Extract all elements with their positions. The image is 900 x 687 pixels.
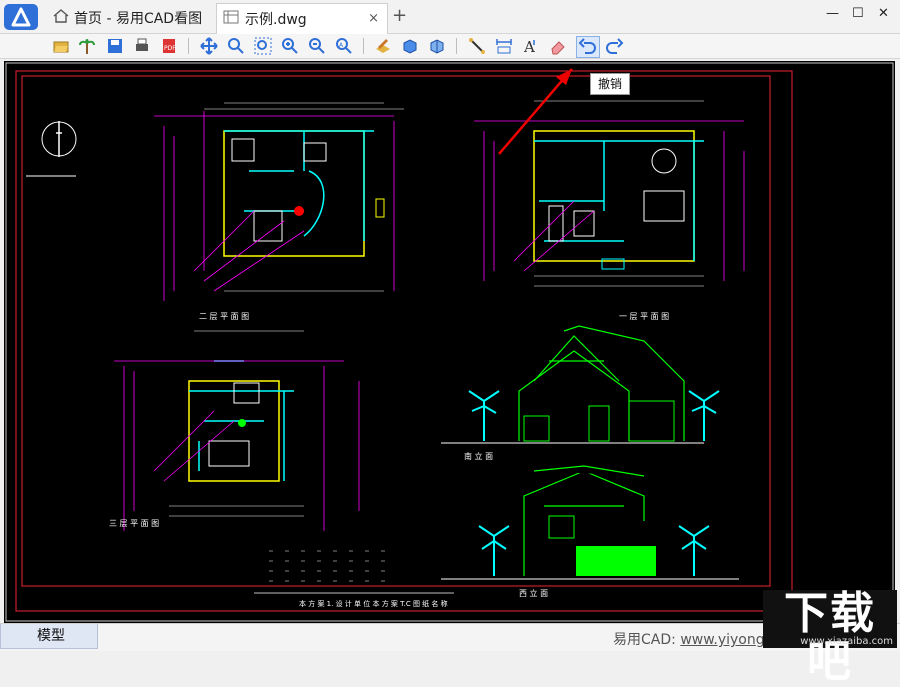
print-icon[interactable] (133, 37, 151, 55)
minimize-button[interactable]: — (826, 6, 839, 21)
app-website-link[interactable]: 易用CAD: www.yiyongc (613, 629, 772, 649)
label-south: 南 立 面 (464, 451, 493, 461)
title-block (254, 550, 454, 594)
floor-plan-1 (474, 100, 745, 287)
status-url: www.yiyongc (680, 632, 773, 648)
app-logo[interactable] (4, 4, 38, 30)
zoom-out-icon[interactable] (308, 37, 326, 55)
undo-tooltip: 撤销 (590, 73, 630, 95)
title-block-text: 本 方 案 1. 设 计 单 位 本 方 案 T.C 图 纸 名 称 (299, 599, 448, 608)
zoom-extents-icon[interactable]: A (335, 37, 353, 55)
layer-icon[interactable] (374, 37, 392, 55)
floor-plan-2 (154, 102, 404, 301)
drawing-canvas[interactable]: 二 层 平 面 图 一 层 平 面 图 三 层 平 面 图 南 立 面 西 立 … (4, 61, 895, 623)
svg-text:A: A (523, 38, 535, 55)
label-floor3: 三 层 平 面 图 (109, 519, 159, 528)
3d-view-icon[interactable] (401, 37, 419, 55)
tab-file[interactable]: 示例.dwg × (216, 3, 388, 34)
maximize-button[interactable]: ☐ (852, 6, 864, 21)
new-tab-button[interactable]: + (392, 5, 407, 26)
save-icon[interactable] (106, 37, 124, 55)
home-icon (52, 8, 70, 28)
status-app-label: 易用CAD: (613, 632, 681, 648)
palm-tree-icon[interactable] (78, 37, 96, 55)
watermark-logo: 下载吧 www.xiazaiba.com (763, 590, 897, 686)
pan-icon[interactable] (200, 37, 218, 55)
south-elevation (441, 325, 720, 444)
zoom-in-icon[interactable] (281, 37, 299, 55)
close-window-button[interactable]: ✕ (878, 6, 889, 21)
pdf-export-icon[interactable]: PDF (160, 37, 178, 55)
close-tab-icon[interactable]: × (368, 11, 379, 26)
undo-icon (578, 38, 596, 54)
line-measure-icon[interactable] (468, 37, 486, 55)
zoom-window-icon[interactable] (254, 37, 272, 55)
svg-text:PDF: PDF (164, 45, 176, 52)
redo-icon[interactable] (606, 37, 624, 55)
north-arrow (26, 121, 77, 177)
model-tab[interactable]: 模型 (0, 624, 98, 649)
watermark-url: www.xiazaiba.com (800, 636, 893, 647)
undo-button[interactable] (576, 36, 600, 58)
toolbar: PDF A A (0, 34, 900, 59)
label-floor2: 二 层 平 面 图 (199, 312, 249, 321)
title-bar: 首页 - 易用CAD看图 示例.dwg × + — ☐ ✕ (0, 0, 900, 34)
west-elevation (441, 465, 739, 580)
tab-file-label: 示例.dwg (245, 12, 307, 28)
cad-drawing: 二 层 平 面 图 一 层 平 面 图 三 层 平 面 图 南 立 面 西 立 … (5, 62, 894, 622)
open-file-icon[interactable] (52, 37, 70, 55)
label-west: 西 立 面 (519, 588, 548, 598)
file-icon (223, 10, 239, 28)
zoom-realtime-icon[interactable] (227, 37, 245, 55)
text-icon[interactable]: A (522, 37, 540, 56)
dimension-icon[interactable] (495, 37, 513, 55)
eraser-icon[interactable] (549, 37, 567, 55)
label-floor1: 一 层 平 面 图 (619, 312, 669, 321)
tab-home[interactable]: 首页 - 易用CAD看图 (48, 3, 212, 33)
floor-plan-3 (114, 330, 360, 531)
tab-home-label: 首页 - 易用CAD看图 (74, 11, 203, 27)
3d-orbit-icon[interactable] (428, 37, 446, 55)
